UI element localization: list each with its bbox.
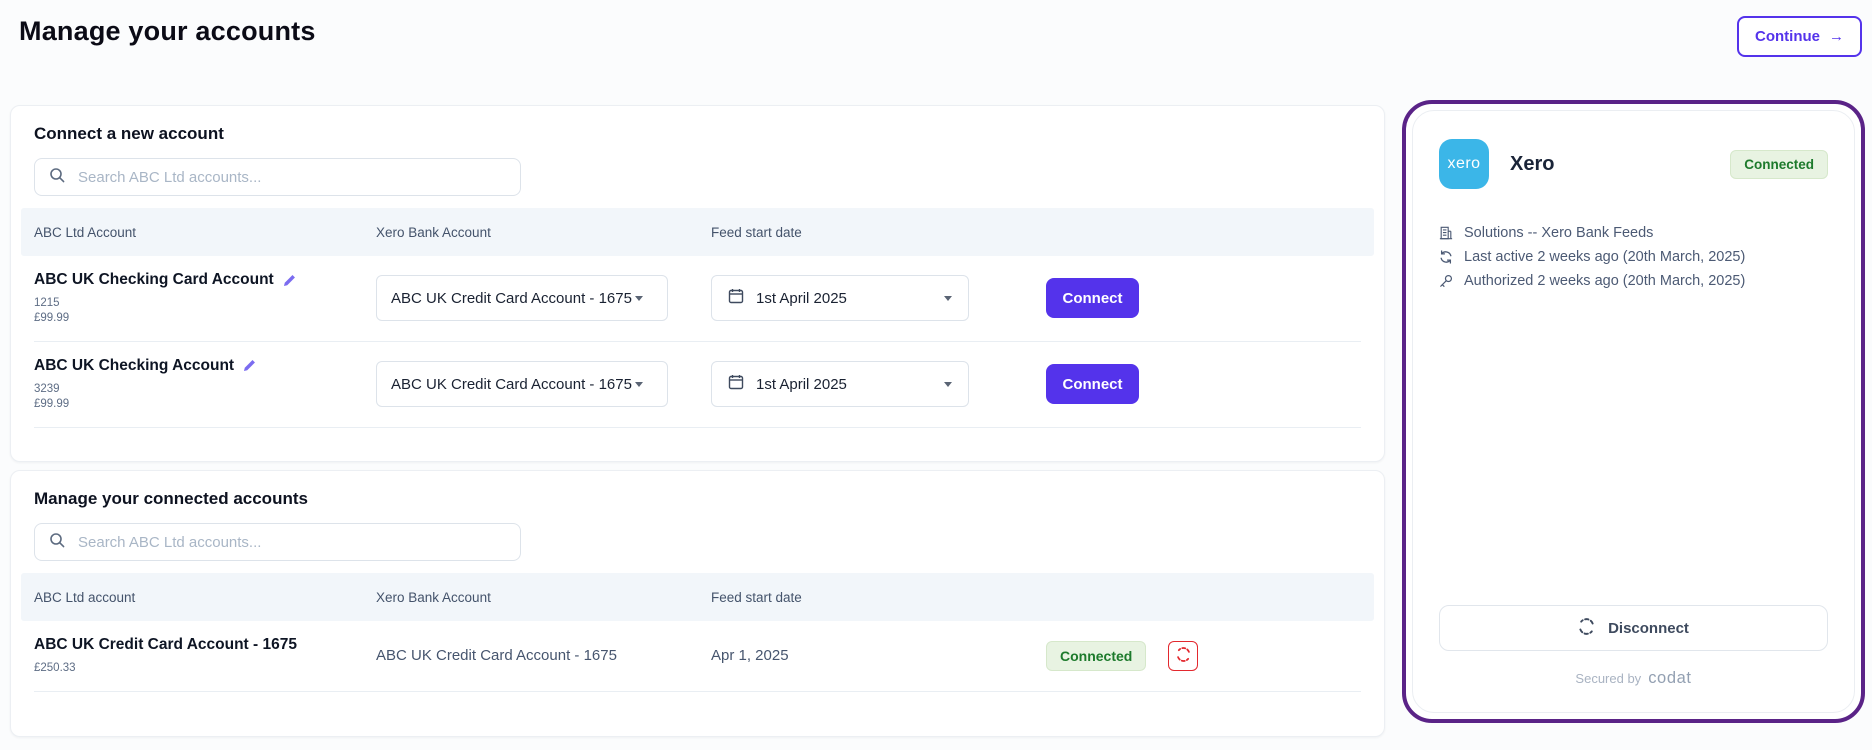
key-icon	[1439, 274, 1453, 288]
chevron-down-icon	[635, 382, 643, 387]
xero-bank-account-select[interactable]: ABC UK Credit Card Account - 1675	[376, 361, 668, 407]
chevron-down-icon	[944, 382, 952, 387]
connect-button[interactable]: Connect	[1046, 364, 1139, 404]
connected-accounts-card: Manage your connected accounts ABC Ltd a…	[10, 470, 1385, 737]
account-number: 3239	[34, 382, 376, 397]
column-header-abc-account: ABC Ltd Account	[34, 225, 376, 240]
broken-link-icon	[1176, 647, 1191, 665]
search-icon	[49, 532, 65, 553]
continue-button[interactable]: Continue →	[1737, 16, 1862, 57]
account-name: ABC UK Credit Card Account - 1675	[34, 636, 297, 654]
disconnect-account-button[interactable]	[1168, 641, 1198, 671]
connected-card-title: Manage your connected accounts	[34, 489, 1361, 509]
chevron-down-icon	[635, 296, 643, 301]
account-name: ABC UK Checking Account	[34, 357, 234, 375]
feed-start-date: Apr 1, 2025	[711, 647, 1046, 664]
connected-search-input[interactable]	[78, 534, 506, 551]
feed-start-date-picker[interactable]: 1st April 2025	[711, 361, 969, 407]
integration-name: Xero	[1510, 153, 1554, 176]
connect-card-title: Connect a new account	[34, 124, 1361, 144]
connected-search-box[interactable]	[34, 523, 521, 561]
detail-last-active: Last active 2 weeks ago (20th March, 202…	[1439, 249, 1828, 265]
detail-text: Last active 2 weeks ago (20th March, 202…	[1464, 249, 1745, 265]
selected-date: 1st April 2025	[756, 290, 847, 307]
broken-link-icon	[1578, 618, 1595, 639]
continue-button-label: Continue	[1755, 28, 1820, 45]
column-header-xero-account: Xero Bank Account	[376, 590, 711, 605]
main-content: Connect a new account ABC Ltd Account Xe…	[10, 105, 1385, 737]
account-name: ABC UK Checking Card Account	[34, 271, 274, 289]
refresh-icon	[1439, 250, 1453, 264]
xero-logo: xero	[1439, 139, 1489, 189]
connect-table-header: ABC Ltd Account Xero Bank Account Feed s…	[21, 208, 1374, 256]
table-row: ABC UK Credit Card Account - 1675 £250.3…	[34, 621, 1361, 692]
account-balance: £99.99	[34, 311, 376, 326]
column-header-feed-start: Feed start date	[711, 225, 1046, 240]
detail-text: Authorized 2 weeks ago (20th March, 2025…	[1464, 273, 1745, 289]
table-row: ABC UK Checking Card Account 1215 £99.99…	[34, 256, 1361, 342]
secured-by: Secured by codat	[1439, 669, 1828, 688]
linked-bank-account: ABC UK Credit Card Account - 1675	[376, 647, 711, 664]
edit-pencil-icon[interactable]	[243, 359, 256, 372]
integration-panel: xero Xero Connected Solutions -- Xero Ba…	[1402, 100, 1865, 723]
detail-text: Solutions -- Xero Bank Feeds	[1464, 225, 1653, 241]
selected-date: 1st April 2025	[756, 376, 847, 393]
selected-bank-account: ABC UK Credit Card Account - 1675	[391, 290, 632, 307]
integration-status-badge: Connected	[1730, 150, 1828, 179]
calendar-icon	[728, 374, 744, 394]
edit-pencil-icon[interactable]	[283, 274, 296, 287]
chevron-down-icon	[944, 296, 952, 301]
calendar-icon	[728, 288, 744, 308]
connect-search-box[interactable]	[34, 158, 521, 196]
search-icon	[49, 167, 65, 188]
connect-button[interactable]: Connect	[1046, 278, 1139, 318]
status-badge: Connected	[1046, 641, 1146, 671]
feed-start-date-picker[interactable]: 1st April 2025	[711, 275, 969, 321]
account-number: 1215	[34, 296, 376, 311]
connect-new-account-card: Connect a new account ABC Ltd Account Xe…	[10, 105, 1385, 462]
selected-bank-account: ABC UK Credit Card Account - 1675	[391, 376, 632, 393]
page-title: Manage your accounts	[19, 16, 316, 47]
connect-search-input[interactable]	[78, 169, 506, 186]
detail-authorized: Authorized 2 weeks ago (20th March, 2025…	[1439, 273, 1828, 289]
account-balance: £99.99	[34, 397, 376, 412]
disconnect-button[interactable]: Disconnect	[1439, 605, 1828, 651]
disconnect-button-label: Disconnect	[1608, 620, 1689, 637]
connected-table-header: ABC Ltd account Xero Bank Account Feed s…	[21, 573, 1374, 621]
column-header-abc-account: ABC Ltd account	[34, 590, 376, 605]
bank-feeds-icon	[1439, 226, 1453, 240]
xero-bank-account-select[interactable]: ABC UK Credit Card Account - 1675	[376, 275, 668, 321]
table-row: ABC UK Checking Account 3239 £99.99 ABC …	[34, 342, 1361, 428]
arrow-right-icon: →	[1829, 28, 1844, 45]
account-balance: £250.33	[34, 661, 376, 676]
secured-by-label: Secured by	[1575, 671, 1641, 686]
codat-logo: codat	[1648, 669, 1691, 687]
column-header-xero-account: Xero Bank Account	[376, 225, 711, 240]
column-header-feed-start: Feed start date	[711, 590, 1046, 605]
detail-solutions: Solutions -- Xero Bank Feeds	[1439, 225, 1828, 241]
